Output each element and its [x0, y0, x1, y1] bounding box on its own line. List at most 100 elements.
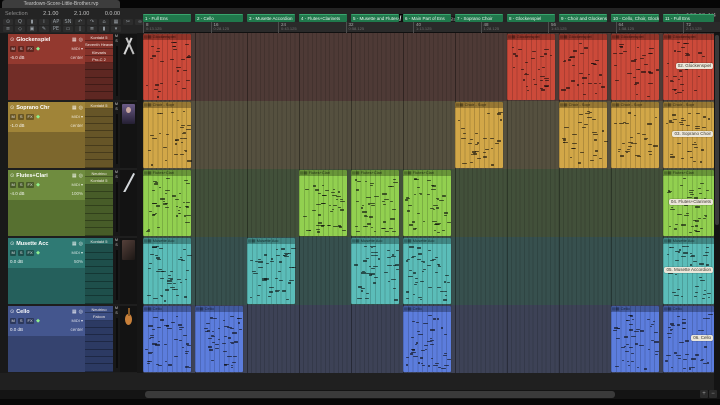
- redo-icon[interactable]: ↷: [87, 19, 97, 25]
- track-header-main[interactable]: ⊙ Flutes+Clari ▦ ◎ M S FX ◆ MIDI ▾ -4.0 dB 100%: [8, 170, 85, 200]
- plugin-slot[interactable]: [85, 78, 113, 86]
- track-header-main[interactable]: ⊙ Musette Acc ▦ ◎ M S FX ◆ MIDI ▾ 0.0 dB 50%: [8, 238, 85, 268]
- midi-clip[interactable]: ▤▦ Cello: [195, 305, 243, 372]
- clip-header[interactable]: ▤▦ Flutes+Clari: [351, 169, 399, 176]
- mixer-grid-icon[interactable]: ▦: [111, 19, 121, 25]
- track-freeze-icon[interactable]: ◎: [79, 241, 83, 247]
- midi-input-selector[interactable]: MIDI ▾: [71, 318, 83, 323]
- plugin-slot[interactable]: Kontakt 5: [85, 177, 113, 185]
- plugin-slot[interactable]: [85, 214, 113, 222]
- clip-header[interactable]: ▤▦ Cello: [403, 305, 451, 312]
- plugin-slot[interactable]: [85, 321, 113, 328]
- clip-header[interactable]: ▤▦ Cello: [143, 305, 191, 312]
- midi-clip[interactable]: ▤▦ Cello: [611, 305, 659, 372]
- midi-clip[interactable]: ▤▦ Choir - Sopr: [143, 101, 192, 168]
- record-options-icon[interactable]: ⊙: [3, 19, 13, 25]
- track-name[interactable]: Cello: [16, 309, 70, 315]
- plugin-slot[interactable]: [85, 153, 113, 161]
- clip-header[interactable]: ▤▦ Glockenspiel: [559, 33, 607, 40]
- clip-header[interactable]: ▤▦ Glockenspiel: [663, 33, 714, 40]
- mute-button[interactable]: M: [10, 317, 17, 324]
- clip-header[interactable]: ▤▦ Musette Acc: [403, 237, 451, 244]
- plugin-slot[interactable]: Pro-C 2: [85, 55, 113, 64]
- midi-clip[interactable]: ▤▦ Choir - Sopr: [611, 101, 659, 168]
- midi-clip[interactable]: ▤▦ Flutes+Clari: [403, 169, 451, 236]
- selection-start[interactable]: 2.1.00: [43, 11, 58, 17]
- solo-button[interactable]: S: [18, 249, 25, 256]
- arrangement-marker[interactable]: 1 - Full Ens: [143, 14, 191, 22]
- plugin-slot[interactable]: [85, 335, 113, 343]
- horizontal-scrollbar[interactable]: [0, 390, 720, 399]
- plugin-slot[interactable]: [85, 260, 113, 268]
- plugin-slot[interactable]: [85, 350, 113, 358]
- plugin-slot[interactable]: [85, 253, 113, 260]
- midi-clip[interactable]: ▤▦ Glockenspiel 02. Glockenspiel: [663, 33, 714, 100]
- pan-readout[interactable]: 100%: [71, 191, 83, 196]
- undo-icon[interactable]: ↶: [75, 19, 85, 25]
- arrangement-area[interactable]: ▤▦ Glockenspiel ▤▦ Glockenspiel ▤▦ Glocken…: [143, 33, 714, 373]
- plugin-slot[interactable]: [85, 85, 113, 93]
- plugin-slot[interactable]: Neutrino: [85, 170, 113, 178]
- clip-header[interactable]: ▤▦ Flutes+Clari: [663, 169, 714, 176]
- volume-readout[interactable]: 0.0 dB: [10, 327, 23, 332]
- plugin-slot[interactable]: [85, 192, 113, 200]
- plugin-slot[interactable]: Falcon: [85, 313, 113, 321]
- strip-solo-button[interactable]: S: [113, 175, 120, 180]
- tracks-menu-icon[interactable]: ▾: [111, 26, 121, 32]
- clip-header[interactable]: ▤▦ Musette Acc: [663, 237, 714, 244]
- clip-header[interactable]: ▤▦ Flutes+Clari: [143, 169, 191, 176]
- track-big-icon[interactable]: ▮: [99, 26, 109, 32]
- snap-icon[interactable]: SN: [63, 19, 73, 25]
- track-small-icon[interactable]: ▯: [75, 26, 85, 32]
- project-tab[interactable]: Teardown-Score-Little-Brother.rvp: [2, 0, 120, 8]
- midi-clip[interactable]: ▤▦ Cello: [143, 305, 192, 372]
- vertical-scrollbar[interactable]: [714, 33, 720, 390]
- track-header-main[interactable]: ⊙ Soprano Chr ▦ ◎ M S FX ◆ MIDI ▾ -1.0 dB center: [8, 102, 85, 132]
- midi-clip[interactable]: ▤▦ Glockenspiel: [143, 33, 191, 100]
- mute-button[interactable]: M: [10, 113, 17, 120]
- selection-length[interactable]: 0.0.00: [105, 11, 120, 17]
- midi-clip[interactable]: ▤▦ Cello 06. Cello: [663, 305, 714, 372]
- plugin-slot[interactable]: [85, 245, 113, 253]
- info-icon[interactable]: i: [39, 19, 49, 25]
- plugin-slot[interactable]: [85, 117, 113, 124]
- plugin-slot[interactable]: Neutrino: [85, 306, 113, 314]
- track-grid-icon[interactable]: ▦: [72, 309, 77, 315]
- clip-header[interactable]: ▤▦ Choir - Sopr: [559, 101, 607, 108]
- selection-end[interactable]: 2.1.00: [74, 11, 89, 17]
- volume-readout[interactable]: -6.0 dB: [10, 55, 25, 60]
- record-arm-icon[interactable]: ⊙: [10, 309, 14, 315]
- clip-header[interactable]: ▤▦ Cello: [195, 305, 243, 312]
- plugin-slot[interactable]: [85, 289, 113, 297]
- plugin-slot[interactable]: [85, 221, 113, 229]
- plugin-slot[interactable]: [85, 228, 113, 236]
- track-grid-icon[interactable]: ▦: [72, 173, 77, 179]
- fx-button[interactable]: FX: [26, 181, 35, 188]
- clip-header[interactable]: ▤▦ Glockenspiel: [611, 33, 659, 40]
- fx-button[interactable]: FX: [26, 249, 35, 256]
- clip-header[interactable]: ▤▦ Flutes+Clari: [299, 169, 347, 176]
- midi-input-selector[interactable]: MIDI ▾: [71, 114, 83, 119]
- pan-readout[interactable]: center: [70, 55, 83, 60]
- arrangement-marker[interactable]: 10 - Cello, Choir, Glockenspiel: [611, 14, 659, 22]
- midi-clip[interactable]: ▤▦ Choir - Sopr: [559, 101, 608, 168]
- plugin-slot[interactable]: [85, 109, 113, 117]
- horizontal-scrollbar-thumb[interactable]: [145, 391, 615, 398]
- clip-header[interactable]: ▤▦ Musette Acc: [247, 237, 295, 244]
- plugin-slot[interactable]: Seventh Heaven Pr: [85, 41, 113, 49]
- track-min-icon[interactable]: ▭: [63, 26, 73, 32]
- midi-clip[interactable]: ▤▦ Flutes+Clari: [299, 169, 347, 236]
- vertical-scrollbar-thumb[interactable]: [715, 35, 719, 225]
- pan-readout[interactable]: 50%: [74, 259, 83, 264]
- track-freeze-icon[interactable]: ◎: [79, 105, 83, 111]
- volume-readout[interactable]: -1.0 dB: [10, 123, 25, 128]
- midi-clip[interactable]: ▤▦ Glockenspiel: [611, 33, 659, 100]
- plugin-slot[interactable]: [85, 160, 113, 168]
- clip-header[interactable]: ▤▦ Choir - Sopr: [143, 101, 191, 108]
- arrangement-marker[interactable]: 3 - Musette Accordion: [247, 14, 295, 22]
- clip-header[interactable]: ▤▦ Musette Acc: [143, 237, 191, 244]
- level-meter-icon[interactable]: ▮: [27, 19, 37, 25]
- plugin-slot[interactable]: [85, 364, 113, 372]
- plugin-slot[interactable]: [85, 185, 113, 192]
- track-name[interactable]: Soprano Chr: [16, 105, 70, 111]
